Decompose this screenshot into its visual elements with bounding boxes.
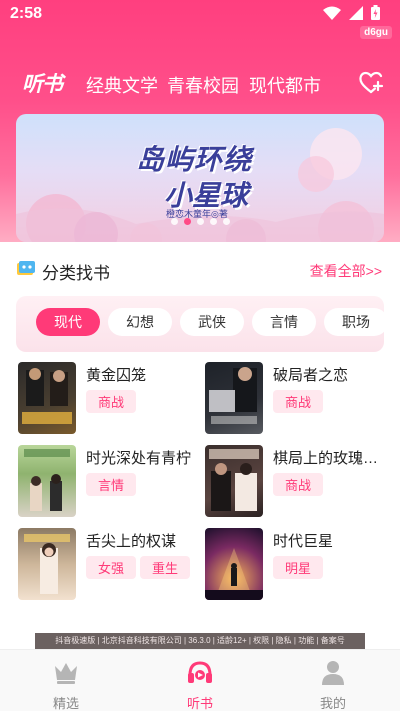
banner-dot-active	[183, 218, 191, 225]
bottom-nav-label: 精选	[52, 696, 79, 711]
nav-tab-youth-campus[interactable]: 青春校园	[167, 72, 239, 98]
main-content: 分类找书 查看全部>> 现代 幻想 武侠 言情 职场 黄金囚笼 商战 破局者之恋…	[0, 242, 400, 652]
promo-banner[interactable]: 岛屿环绕 小星球 橙恋木童年◎著	[16, 114, 384, 242]
category-chip-fantasy[interactable]: 幻想	[108, 308, 172, 336]
book-item[interactable]: 黄金囚笼 商战	[18, 362, 198, 434]
book-tags: 女强 重生	[86, 556, 191, 579]
book-item[interactable]: 破局者之恋 商战	[205, 362, 385, 434]
book-cover[interactable]	[18, 528, 76, 600]
category-chip-workplace[interactable]: 职场	[324, 308, 388, 336]
status-time: 2:58	[10, 5, 43, 22]
book-title: 舌尖上的权谋	[86, 533, 177, 550]
bottom-nav-label: 我的	[319, 696, 346, 711]
book-tags: 商战	[273, 473, 324, 496]
book-tag: 明星	[273, 556, 324, 579]
view-all-link[interactable]: 查看全部>>	[310, 261, 382, 281]
book-title: 时光深处有青柠	[86, 450, 192, 467]
category-panel: 现代 幻想 武侠 言情 职场	[16, 296, 388, 352]
banner-dot	[222, 218, 230, 225]
section-title: 分类找书	[42, 264, 110, 283]
book-title: 棋局上的玫瑰…	[273, 450, 379, 467]
book-item[interactable]: 棋局上的玫瑰… 商战	[205, 445, 385, 517]
bottom-nav-profile[interactable]: 我的	[293, 658, 373, 711]
banner-dot	[196, 218, 204, 225]
category-chips: 现代 幻想 武侠 言情 职场	[36, 308, 388, 336]
book-tag: 商战	[273, 473, 324, 496]
category-chip-modern[interactable]: 现代	[36, 308, 100, 336]
heart-plus-icon[interactable]	[358, 70, 384, 96]
book-tags: 商战	[273, 390, 324, 413]
book-tags: 商战	[86, 390, 137, 413]
bottom-nav: 精选 听书 我的	[0, 649, 400, 711]
book-cover[interactable]	[18, 362, 76, 434]
banner-dot	[209, 218, 217, 225]
book-cover[interactable]	[205, 528, 263, 600]
banner-pagination	[16, 218, 384, 225]
book-stack-icon	[17, 261, 35, 275]
signal-icon	[349, 5, 363, 20]
status-icons	[323, 5, 380, 20]
book-cover[interactable]	[205, 445, 263, 517]
bottom-nav-audiobooks[interactable]: 听书	[160, 658, 240, 711]
book-title: 时代巨星	[273, 533, 334, 550]
bottom-nav-label: 听书	[186, 696, 213, 711]
book-tag: 言情	[86, 473, 137, 496]
book-item[interactable]: 舌尖上的权谋 女强 重生	[18, 528, 198, 600]
category-chip-wuxia[interactable]: 武侠	[180, 308, 244, 336]
book-cover[interactable]	[18, 445, 76, 517]
book-tags: 明星	[273, 556, 324, 579]
crown-icon	[55, 663, 77, 684]
app-logo: 听书	[22, 71, 63, 96]
bottom-nav-featured[interactable]: 精选	[26, 658, 106, 711]
nav-tab-modern-city[interactable]: 现代都市	[249, 72, 321, 98]
wifi-icon	[323, 6, 341, 20]
book-tags: 言情	[86, 473, 137, 496]
nav-tab-classic-literature[interactable]: 经典文学	[86, 72, 158, 98]
category-section-header: 分类找书 查看全部>>	[16, 258, 384, 283]
category-chip-romance[interactable]: 言情	[252, 308, 316, 336]
device-badge: d6gu	[360, 26, 392, 39]
book-title: 黄金囚笼	[86, 367, 147, 384]
top-nav: 听书 经典文学 青春校园 现代都市	[0, 64, 400, 104]
status-bar: 2:58 d6gu	[0, 0, 400, 39]
book-tag: 女强	[86, 556, 137, 579]
app-info-footer: 抖音极速版 | 北京抖音科技有限公司 | 36.3.0 | 适龄12+ | 权限…	[35, 633, 365, 649]
banner-dot	[170, 218, 178, 225]
book-tag: 商战	[273, 390, 324, 413]
book-cover[interactable]	[205, 362, 263, 434]
book-tag: 重生	[140, 556, 191, 579]
book-item[interactable]: 时代巨星 明星	[205, 528, 385, 600]
headphones-icon	[188, 661, 212, 683]
banner-title-line1: 岛屿环绕	[135, 143, 252, 176]
book-tag: 商战	[86, 390, 137, 413]
book-item[interactable]: 时光深处有青柠 言情	[18, 445, 198, 517]
battery-icon	[371, 5, 380, 20]
book-title: 破局者之恋	[273, 367, 349, 384]
person-icon	[322, 661, 344, 685]
